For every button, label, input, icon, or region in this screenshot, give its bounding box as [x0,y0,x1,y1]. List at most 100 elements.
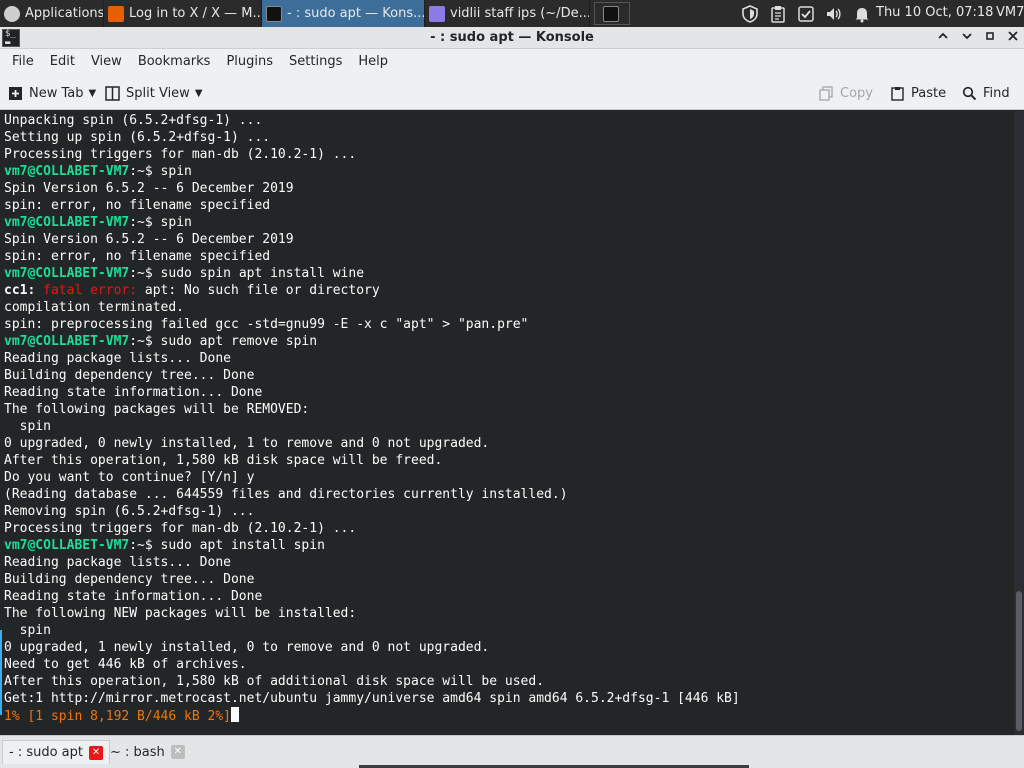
menu-bookmarks[interactable]: Bookmarks [130,49,219,75]
terminal-line: spin [4,419,51,434]
new-tab-label: New Tab [29,85,84,101]
terminal-line: Reading package lists... Done [4,351,231,366]
terminal-line: Unpacking spin (6.5.2+dfsg-1) ... [4,113,263,128]
window-title: - : sudo apt — Konsole [430,30,594,45]
selection-indicator [0,630,2,715]
menu-edit[interactable]: Edit [42,49,83,75]
error-source: cc1: [4,283,36,298]
taskbar-item-firefox[interactable]: Log in to X / X — M... [104,0,262,27]
close-icon[interactable]: ✕ [89,745,104,760]
terminal-icon [603,5,619,22]
tab-label: - : sudo apt [9,745,84,760]
error-message: apt: No such file or directory [137,283,380,298]
terminal-line: (Reading database ... 644559 files and d… [4,487,568,502]
terminal-line: Setting up spin (6.5.2+dfsg-1) ... [4,130,271,145]
taskbar-item-text-editor[interactable]: vidlii staff ips (~/De... [425,0,590,27]
prompt-suffix: :~$ [129,334,161,349]
terminal-prompt-line: vm7@COLLABET-VM7:~$ spin [4,163,740,180]
clock[interactable]: Thu 10 Oct, 07:18 [876,5,993,20]
terminal-line: spin: error, no filename specified [4,198,271,213]
terminal-line: After this operation, 1,580 kB of additi… [4,674,545,689]
taskbar-item-terminal[interactable] [594,2,630,25]
shield-icon[interactable] [740,4,760,24]
terminal-line: Get:1 http://mirror.metrocast.net/ubuntu… [4,691,740,706]
terminal-line: Processing triggers for man-db (2.10.2-1… [4,147,357,162]
applications-menu-icon [4,5,20,22]
close-icon[interactable] [1004,29,1022,47]
notification-bell-icon[interactable] [852,4,872,24]
terminal-line: spin [4,623,51,638]
scrollbar-thumb[interactable] [1016,591,1022,731]
minimize-icon[interactable] [958,29,976,47]
taskbar-item-konsole[interactable]: - : sudo apt — Kons... [262,0,425,27]
menu-file[interactable]: File [4,49,42,75]
terminal-progress-line: 1% [1 spin 8,192 B/446 kB 2%] [4,707,740,724]
command-text: spin [160,164,192,179]
minimize-chevron-icon[interactable] [934,29,952,47]
chevron-down-icon: ▼ [194,87,203,99]
prompt-user: vm7@COLLABET-VM7 [4,164,130,179]
menu-settings[interactable]: Settings [281,49,350,75]
chevron-down-icon: ▼ [88,87,97,99]
terminal-line: After this operation, 1,580 kB disk spac… [4,453,443,468]
paste-label: Paste [911,85,947,101]
tab-bash[interactable]: ~ : bash ✕ [104,740,191,764]
terminal-line: 0 upgraded, 1 newly installed, 0 to remo… [4,640,490,655]
terminal-icon [266,5,282,22]
terminal-output[interactable]: Unpacking spin (6.5.2+dfsg-1) ... Settin… [0,111,1014,735]
text-editor-icon [429,5,445,22]
terminal-line: Processing triggers for man-db (2.10.2-1… [4,521,357,536]
task-label: - : sudo apt — Kons... [287,6,425,21]
task-label: vidlii staff ips (~/De... [450,6,590,21]
split-view-button[interactable]: Split View ▼ [105,82,203,104]
download-progress: 1% [1 spin 8,192 B/446 kB 2%] [4,709,231,724]
copy-button[interactable]: Copy [819,82,873,104]
terminal-line: Do you want to continue? [Y/n] y [4,470,255,485]
vm-label: VM7 [996,5,1024,20]
terminal-line: 0 upgraded, 0 newly installed, 1 to remo… [4,436,490,451]
find-button[interactable]: Find [962,82,1010,104]
close-icon[interactable]: ✕ [170,745,185,759]
split-view-label: Split View [126,85,190,101]
menu-plugins[interactable]: Plugins [218,49,281,75]
menu-view[interactable]: View [83,49,130,75]
prompt-suffix: :~$ [129,164,161,179]
terminal-prompt-line: vm7@COLLABET-VM7:~$ spin [4,214,740,231]
prompt-user: vm7@COLLABET-VM7 [4,266,130,281]
terminal-line: The following packages will be REMOVED: [4,402,310,417]
terminal-line: Reading state information... Done [4,589,263,604]
restore-icon[interactable] [981,29,999,47]
window-titlebar[interactable]: $_ ▬ - : sudo apt — Konsole [0,27,1024,49]
tab-label: ~ : bash [110,744,165,760]
paste-icon [891,86,904,101]
terminal-prompt-line: vm7@COLLABET-VM7:~$ sudo apt remove spin [4,333,740,350]
terminal-line: Spin Version 6.5.2 -- 6 December 2019 [4,181,294,196]
prompt-user: vm7@COLLABET-VM7 [4,538,130,553]
terminal-line: Reading state information... Done [4,385,263,400]
prompt-user: vm7@COLLABET-VM7 [4,334,130,349]
terminal-line: compilation terminated. [4,300,185,315]
applications-menu-button[interactable]: Applications [0,0,104,27]
new-tab-button[interactable]: New Tab ▼ [8,82,96,104]
terminal-line: Reading package lists... Done [4,555,231,570]
menu-help[interactable]: Help [350,49,396,75]
tab-sudo-apt[interactable]: - : sudo apt ✕ [2,740,111,764]
checkbox-icon[interactable] [796,4,816,24]
search-icon [962,86,977,100]
find-label: Find [983,85,1010,101]
command-text: sudo apt install spin [160,538,325,553]
terminal-scrollbar[interactable] [1014,111,1024,735]
copy-label: Copy [840,85,873,101]
volume-icon[interactable] [824,4,844,24]
terminal-line: spin: preprocessing failed gcc -std=gnu9… [4,317,529,332]
terminal-line: Building dependency tree... Done [4,368,255,383]
paste-button[interactable]: Paste [890,82,946,104]
terminal-prompt-line: vm7@COLLABET-VM7:~$ sudo spin apt instal… [4,265,740,282]
terminal-line: Spin Version 6.5.2 -- 6 December 2019 [4,232,294,247]
terminal-cursor [230,707,239,722]
terminal-line: Removing spin (6.5.2+dfsg-1) ... [4,504,255,519]
task-label: Applications [25,6,104,21]
terminal-line: Building dependency tree... Done [4,572,255,587]
toolbar: New Tab ▼ Split View ▼ Copy Paste Find [0,75,1024,110]
clipboard-icon[interactable] [768,4,788,24]
